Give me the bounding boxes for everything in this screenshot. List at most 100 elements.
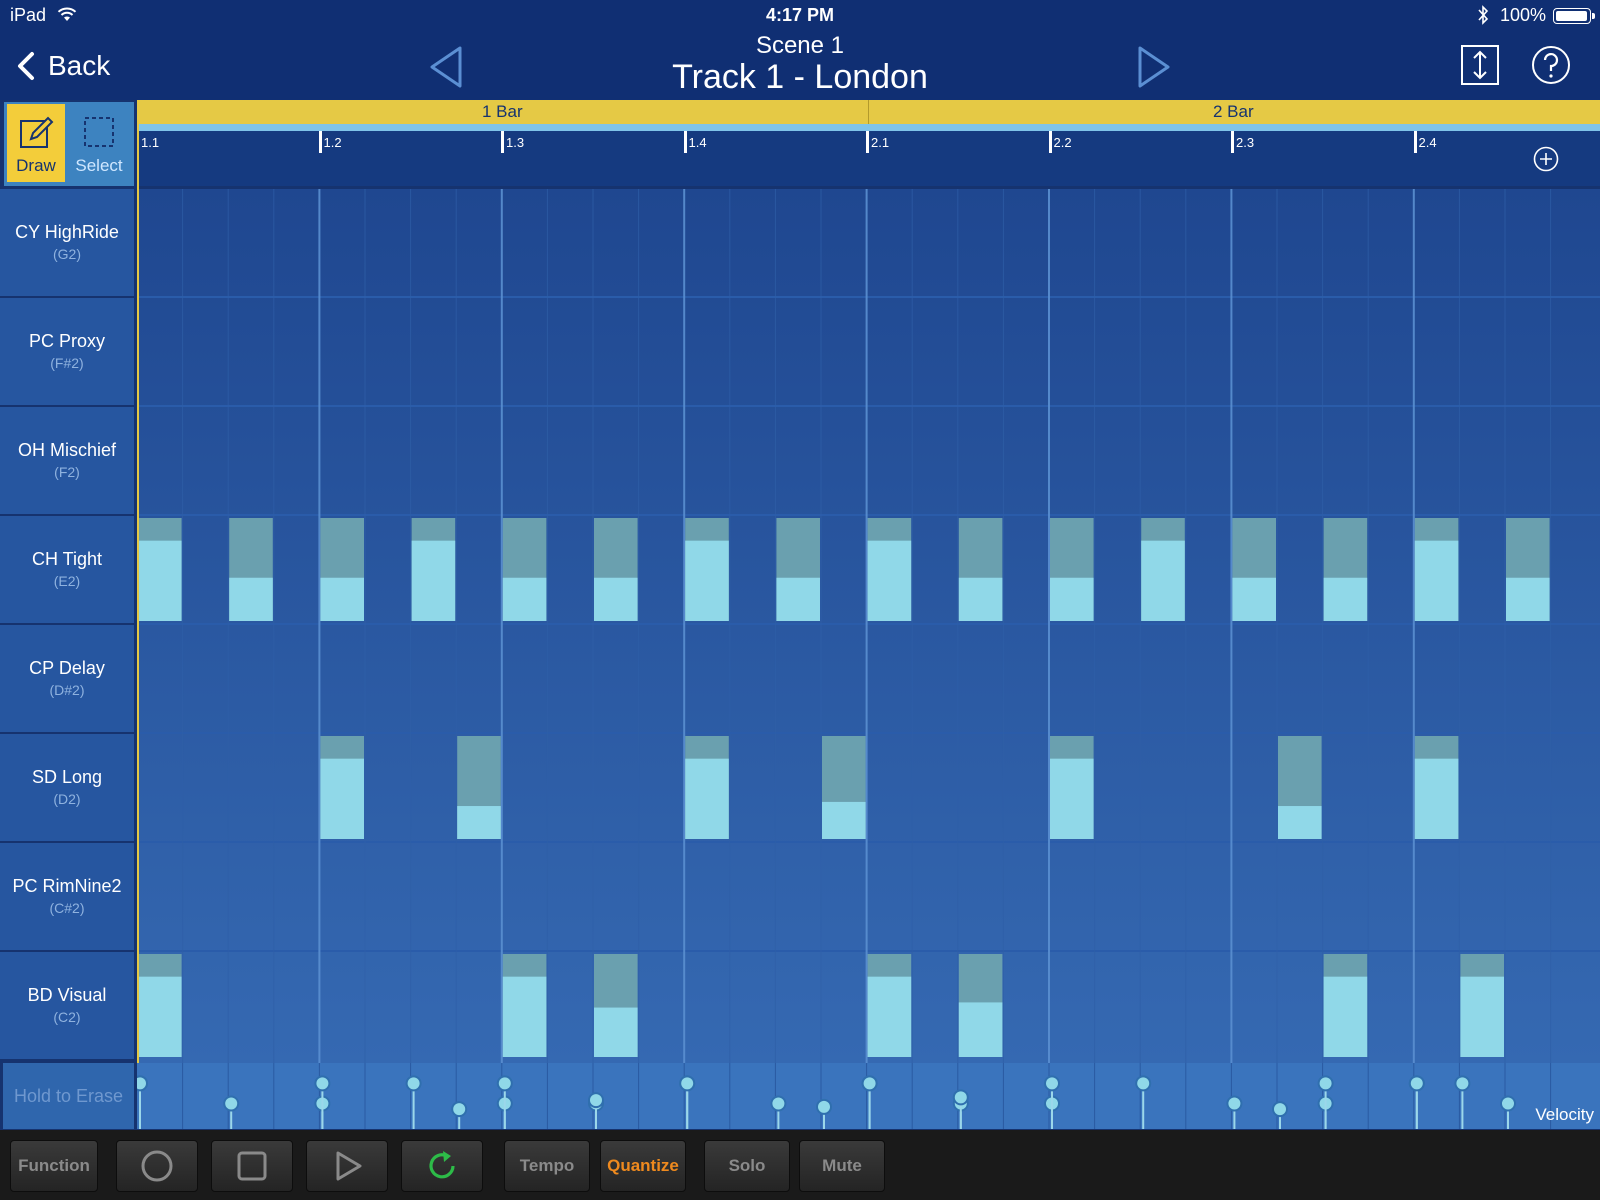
velocity-handle[interactable]	[861, 1075, 878, 1129]
instrument-row[interactable]: CH Tight (E2)	[0, 516, 134, 623]
note-block[interactable]	[958, 518, 1003, 621]
battery-icon	[1553, 8, 1595, 24]
velocity-handle[interactable]	[137, 1075, 148, 1129]
note-block[interactable]	[594, 954, 638, 1057]
note-velocity-fill	[502, 976, 547, 1057]
note-block[interactable]	[1141, 518, 1185, 621]
mute-button[interactable]: Mute	[799, 1140, 885, 1192]
velocity-handle[interactable]	[816, 1098, 832, 1129]
tempo-button[interactable]: Tempo	[504, 1140, 590, 1192]
add-bar-button[interactable]	[1533, 146, 1559, 172]
velocity-grid-line	[683, 1063, 685, 1129]
velocity-handle[interactable]	[770, 1095, 787, 1129]
note-block[interactable]	[1050, 518, 1094, 621]
grid-canvas[interactable]	[137, 189, 1600, 1063]
velocity-handle[interactable]	[223, 1095, 240, 1129]
note-block[interactable]	[1414, 518, 1459, 621]
velocity-lane[interactable]: Velocity	[137, 1063, 1600, 1129]
note-block[interactable]	[502, 518, 547, 621]
quantize-button[interactable]: Quantize	[600, 1140, 686, 1192]
note-block[interactable]	[138, 954, 182, 1057]
instrument-note: (D#2)	[49, 682, 85, 698]
note-block[interactable]	[138, 518, 182, 621]
beat-tick	[683, 131, 687, 153]
select-tool-button[interactable]: Select	[70, 104, 128, 182]
note-block[interactable]	[1323, 954, 1368, 1057]
note-block[interactable]	[1323, 518, 1368, 621]
note-block[interactable]	[1460, 954, 1504, 1057]
note-block[interactable]	[958, 954, 1003, 1057]
instrument-row[interactable]: SD Long (D2)	[0, 734, 134, 841]
instrument-name: CP Delay	[29, 658, 105, 678]
record-button[interactable]	[116, 1140, 198, 1192]
note-block[interactable]	[320, 518, 364, 621]
note-block[interactable]	[411, 518, 456, 621]
note-velocity-fill	[685, 540, 729, 621]
play-button[interactable]	[306, 1140, 388, 1192]
step-line	[957, 189, 959, 1063]
velocity-knob	[496, 1075, 513, 1092]
beat-line	[318, 189, 321, 1063]
step-line	[1367, 189, 1369, 1063]
velocity-knob	[137, 1075, 148, 1092]
velocity-handle[interactable]	[1454, 1075, 1471, 1129]
instrument-row[interactable]: PC RimNine2 (C#2)	[0, 843, 134, 950]
step-line	[227, 189, 229, 1063]
instrument-row[interactable]: OH Mischief (F2)	[0, 407, 134, 514]
instrument-note: (C#2)	[49, 900, 85, 916]
note-block[interactable]	[229, 518, 273, 621]
velocity-grid-line	[182, 1063, 184, 1129]
velocity-handle[interactable]	[1408, 1075, 1425, 1129]
note-block[interactable]	[685, 736, 729, 839]
help-button[interactable]	[1530, 44, 1572, 86]
step-grid[interactable]	[137, 189, 1600, 1063]
note-block[interactable]	[320, 736, 364, 839]
velocity-handle[interactable]	[588, 1092, 604, 1129]
velocity-grid-line	[1002, 1063, 1004, 1129]
instrument-row[interactable]: CP Delay (D#2)	[0, 625, 134, 732]
velocity-handle[interactable]	[679, 1075, 696, 1129]
velocity-handle[interactable]	[1500, 1095, 1516, 1129]
note-block[interactable]	[502, 954, 547, 1057]
note-velocity-fill	[594, 1007, 638, 1057]
velocity-canvas[interactable]	[137, 1063, 1600, 1129]
note-block[interactable]	[594, 518, 638, 621]
beat-label: 2.1	[871, 135, 890, 150]
step-line	[1550, 189, 1552, 1063]
hold-to-erase-button[interactable]: Hold to Erase	[3, 1063, 134, 1129]
velocity-handle[interactable]	[451, 1101, 468, 1129]
note-block[interactable]	[685, 518, 729, 621]
function-button[interactable]: Function	[10, 1140, 98, 1192]
velocity-knob	[861, 1075, 878, 1092]
note-block[interactable]	[1506, 518, 1550, 621]
instrument-row[interactable]: BD Visual (C2)	[0, 952, 134, 1059]
note-block[interactable]	[822, 736, 866, 839]
timeline-ruler[interactable]: 1 Bar 2 Bar 1.1 1.2 1.3 1.4 2.1 2.2 2.3 2.4	[137, 100, 1600, 186]
step-line	[273, 189, 275, 1063]
expand-vertical-button[interactable]	[1459, 44, 1501, 86]
instrument-name: CH Tight	[31, 549, 103, 569]
draw-tool-button[interactable]: Draw	[7, 104, 65, 182]
instrument-row[interactable]: PC Proxy (F#2)	[0, 298, 134, 405]
velocity-handle[interactable]	[1135, 1075, 1152, 1129]
note-block[interactable]	[1050, 736, 1094, 839]
note-block[interactable]	[457, 736, 501, 839]
instrument-row[interactable]: CY HighRide (G2)	[0, 189, 134, 296]
velocity-handle[interactable]	[1272, 1101, 1288, 1129]
note-block[interactable]	[1414, 736, 1459, 839]
note-block[interactable]	[1278, 736, 1322, 839]
velocity-handle[interactable]	[1226, 1095, 1243, 1129]
note-block[interactable]	[1232, 518, 1276, 621]
solo-button[interactable]: Solo	[704, 1140, 790, 1192]
velocity-handle[interactable]	[405, 1075, 422, 1129]
note-block[interactable]	[867, 518, 912, 621]
step-line	[1322, 189, 1324, 1063]
instrument-note: (E2)	[53, 573, 81, 589]
note-block[interactable]	[867, 954, 912, 1057]
next-track-button[interactable]	[1134, 42, 1174, 92]
note-block[interactable]	[776, 518, 820, 621]
loop-button[interactable]	[401, 1140, 483, 1192]
instrument-name: SD Long	[31, 767, 103, 787]
stop-button[interactable]	[211, 1140, 293, 1192]
step-line	[820, 189, 822, 1063]
